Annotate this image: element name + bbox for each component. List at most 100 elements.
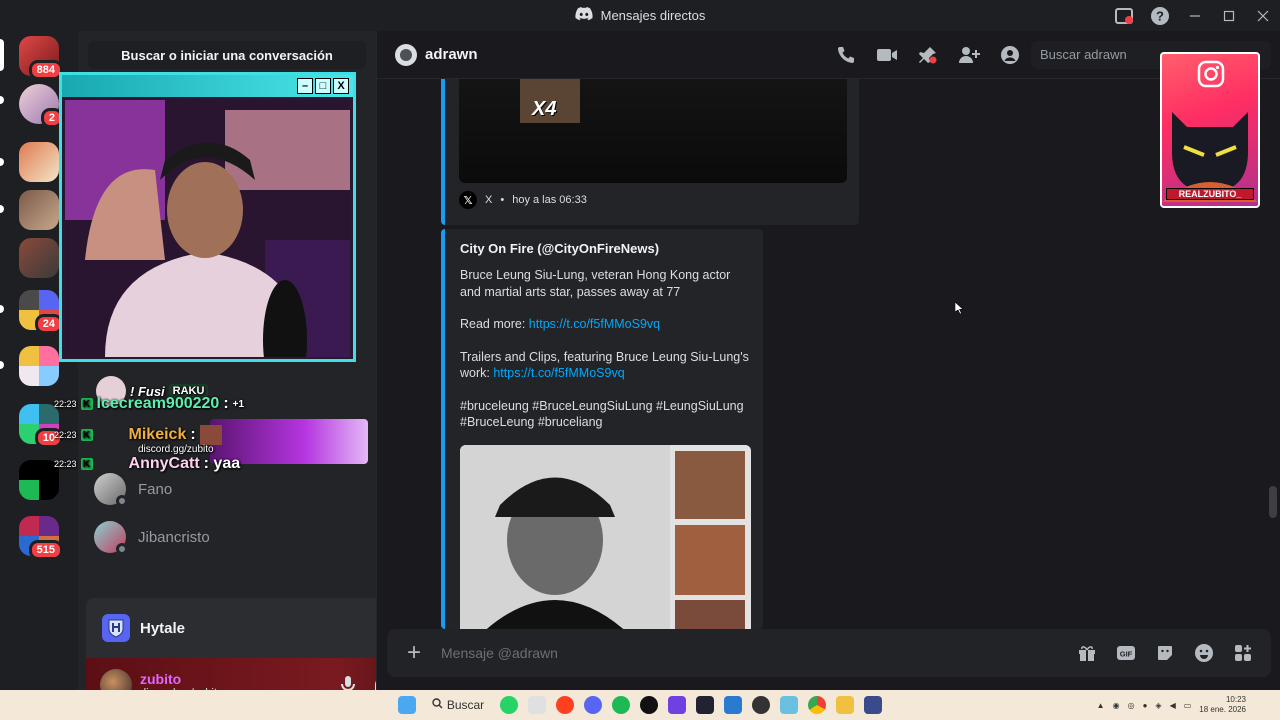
recipient-avatar [395,43,417,66]
inbox-icon[interactable] [1106,0,1142,31]
taskbar-search-label: Buscar [446,698,485,712]
window-title-group: Mensajes directos [575,7,705,24]
chat-text: : [190,426,196,443]
photos-icon[interactable] [724,696,743,714]
embed-photo [460,445,751,629]
attach-plus-icon[interactable]: + [387,639,441,667]
embed-image[interactable] [460,445,751,629]
tray-app-icon[interactable]: ● [1143,701,1148,710]
instagram-overlay: REALZUBITO_ [1160,52,1260,208]
embed-time: hoy a las 06:33 [512,194,587,206]
start-button-icon[interactable] [397,696,416,714]
dm-name: Jibancristo [138,528,210,546]
gif-icon[interactable]: GIF [1114,641,1138,665]
sticker-icon[interactable] [1153,641,1177,665]
terminal-icon[interactable] [696,696,715,714]
chat-text: : yaa [203,455,241,472]
spotify-icon[interactable] [612,696,631,714]
server-folder-2[interactable] [19,346,59,386]
title-bar: Mensajes directos ? [0,0,1280,31]
status-indicator [116,543,128,555]
message-composer: + Mensaje @adrawn GIF [387,629,1271,677]
unread-pill [0,205,4,213]
server-2[interactable] [19,142,59,182]
pinned-messages-icon[interactable] [916,43,940,67]
clock-time: 10:23 [1225,695,1246,704]
unread-pill [0,96,4,104]
webcam-image [65,100,350,357]
battery-icon[interactable]: ▭ [1184,701,1192,710]
chat-user: Mikeick [128,426,187,443]
server-folder-5[interactable]: 515 [19,516,63,560]
tray-app-icon[interactable]: ◎ [1128,701,1135,710]
tray-app-icon[interactable]: ◉ [1113,701,1120,710]
user-profile-icon[interactable] [998,43,1022,67]
help-icon[interactable]: ? [1142,0,1178,31]
chat-user: AnnyCatt [128,455,200,472]
close-icon[interactable] [1246,0,1280,31]
apps-icon[interactable] [1231,641,1255,665]
dm-item-jibancristo[interactable]: Jibancristo [88,515,368,559]
server-avatar [19,238,59,278]
minimize-icon[interactable] [1178,0,1212,31]
maximize-icon[interactable] [1212,0,1246,31]
mascot-image [1162,112,1258,202]
volume-icon[interactable]: ◀ [1170,701,1176,710]
message-input[interactable]: Mensaje @adrawn [441,645,1075,661]
emote-image [199,425,222,445]
whatsapp-icon[interactable] [500,696,519,714]
embed-author[interactable]: City On Fire (@CityOnFireNews) [460,241,659,256]
cam-minimize-icon: – [297,78,313,94]
video-call-icon[interactable] [875,43,899,67]
server-folder-3[interactable]: 10 [19,404,63,448]
avatar [94,521,128,555]
trailers-link[interactable]: https://t.co/f5fMMoS9vq [493,366,624,380]
cam-maximize-icon: □ [315,78,331,94]
overlay-chat-line: 22:23 K AnnyCatt : yaa [54,455,240,473]
server-home[interactable]: 884 [19,36,63,80]
x-logo-icon: 𝕏 [459,191,477,209]
tray-chevron-icon[interactable]: ▲ [1097,701,1105,710]
cam-close-icon: X [333,78,349,94]
add-friends-icon[interactable] [957,43,981,67]
scrollbar-thumb[interactable] [1269,486,1277,518]
server-folder-4[interactable] [19,460,59,500]
app-g-icon[interactable] [640,696,659,714]
server-1[interactable]: 2 [19,84,63,128]
voice-call-icon[interactable] [834,43,858,67]
server-3[interactable] [19,190,59,230]
emote-label: X4 [532,98,557,120]
gift-icon[interactable] [1075,641,1099,665]
server-avatar [19,142,59,182]
chrome-icon[interactable] [808,696,827,714]
calculator-icon[interactable] [528,696,547,714]
network-icon[interactable]: ◈ [1155,701,1161,710]
recipient-name[interactable]: adrawn [425,46,478,63]
opera-icon[interactable] [556,696,575,714]
avatar [94,473,128,507]
readmore-link[interactable]: https://t.co/f5fMMoS9vq [529,317,660,331]
dm-item-fano[interactable]: Fano [88,467,368,511]
video-thumbnail[interactable]: X4 [459,79,847,183]
webcam-window-bar: – □ X [62,75,353,97]
capture-icon[interactable] [780,696,799,714]
taskbar-search[interactable]: Buscar [426,698,490,712]
instagram-handle: REALZUBITO_ [1166,188,1254,200]
discord-taskbar-icon[interactable] [584,696,603,714]
embed-footer: 𝕏 X • hoy a las 06:33 [459,191,587,209]
kick-badge-icon: K [80,429,93,441]
hytale-taskbar-icon[interactable] [864,696,883,714]
find-conversation-button[interactable]: Buscar o iniciar una conversación [88,41,366,69]
emoji-icon[interactable] [1192,641,1216,665]
overlay-chat-subline: discord.gg/zubito [138,444,214,455]
server-folder-1[interactable]: 24 [19,290,63,334]
embed-paragraph: Bruce Leung Siu-Lung, veteran Hong Kong … [460,268,731,299]
search-icon [432,698,443,712]
file-explorer-icon[interactable] [836,696,855,714]
clock[interactable]: 10:23 18 ene. 2026 [1199,695,1246,715]
app-grid-icon[interactable] [668,696,687,714]
selected-pill [0,39,4,71]
obs-icon[interactable] [752,696,771,714]
server-4[interactable] [19,238,59,278]
